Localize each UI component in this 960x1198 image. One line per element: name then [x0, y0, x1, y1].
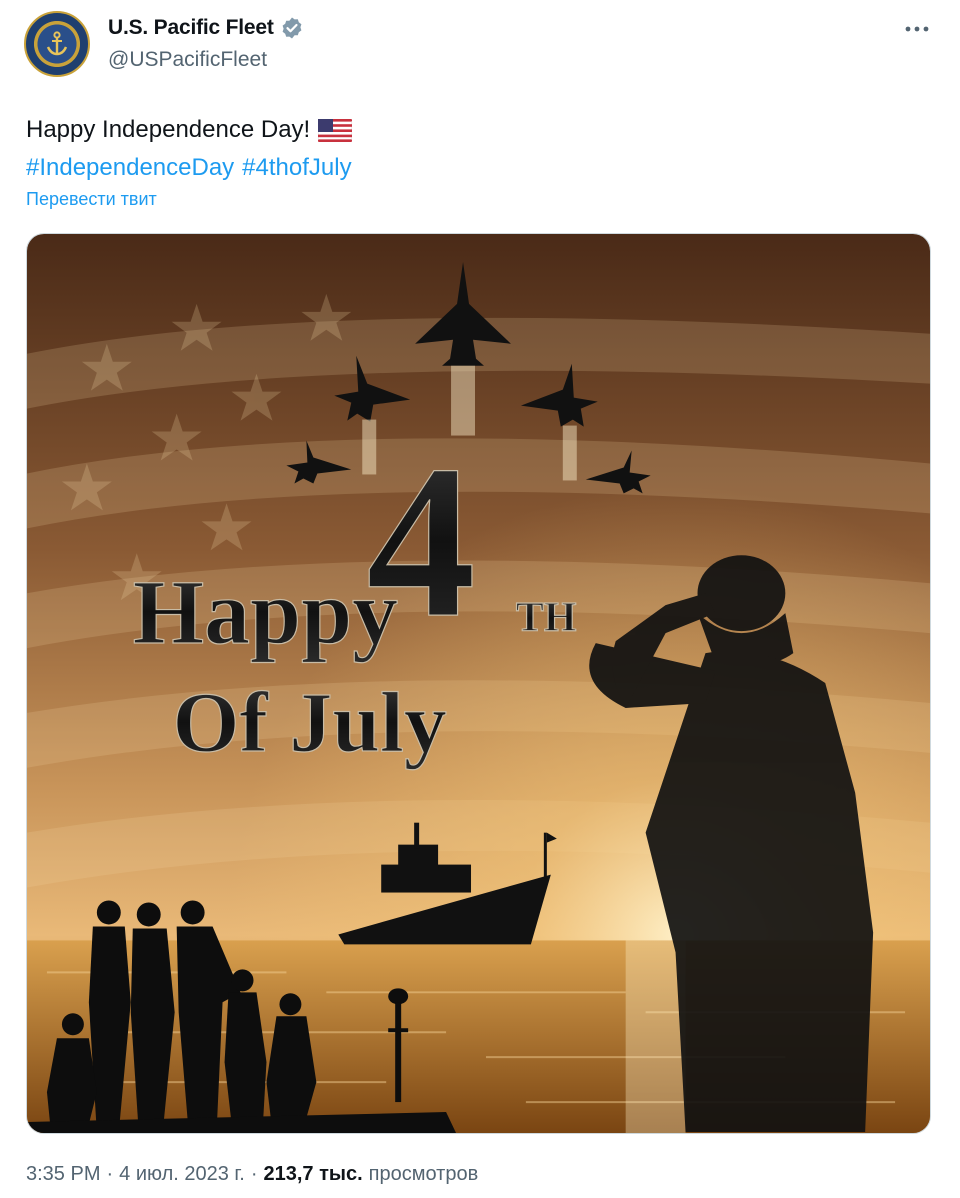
meta-separator: · — [250, 1163, 258, 1185]
hashtag-independenceday[interactable]: #IndependenceDay — [26, 149, 234, 187]
anchor-icon — [46, 31, 68, 56]
avatar[interactable] — [24, 11, 90, 77]
author-name[interactable]: U.S. Pacific Fleet — [108, 16, 274, 40]
tweet-text: Happy Independence Day! #IndependenceDay… — [26, 111, 353, 187]
tweet-image[interactable]: 4 TH Happy Of July — [26, 233, 931, 1134]
views-label: просмотров — [368, 1163, 479, 1185]
verified-badge-icon — [282, 17, 302, 39]
more-options-icon[interactable] — [904, 16, 930, 42]
greeting-line1: Happy — [133, 561, 398, 663]
tweet-date[interactable]: 4 июл. 2023 г. — [119, 1163, 245, 1186]
tweet-time[interactable]: 3:35 PM — [26, 1163, 100, 1186]
tweet-text-line: Happy Independence Day! — [26, 116, 311, 143]
meta-separator: · — [106, 1163, 114, 1185]
views-count: 213,7 тыс. — [263, 1163, 363, 1185]
greeting-line2: Of July — [173, 675, 447, 770]
translate-tweet-link[interactable]: Перевести твит — [26, 189, 157, 210]
us-flag-icon — [318, 118, 353, 142]
greeting-superscript: TH — [516, 595, 577, 641]
author-handle[interactable]: @USPacificFleet — [108, 48, 267, 72]
tweet-meta: 3:35 PM · 4 июл. 2023 г. · 213,7 тыс. пр… — [26, 1163, 478, 1186]
hashtag-4thofjuly[interactable]: #4thofJuly — [242, 149, 351, 187]
